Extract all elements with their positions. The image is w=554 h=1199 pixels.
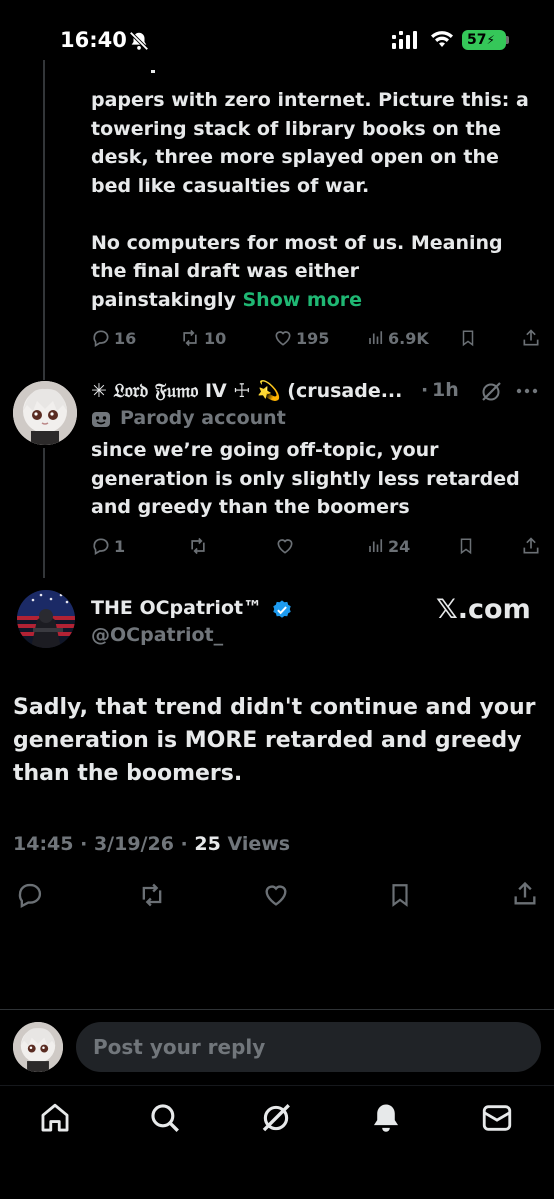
- view-count: 6.9K: [388, 328, 429, 348]
- share-icon[interactable]: [511, 880, 539, 908]
- more-options-icon[interactable]: [516, 388, 538, 394]
- heart-icon: [275, 331, 291, 346]
- prev-post-text: papers with zero internet. Picture this:…: [91, 86, 531, 314]
- text-line: papers with zero internet. Picture this:…: [91, 89, 529, 111]
- post-time[interactable]: 14:45: [13, 833, 73, 855]
- thread-line: [43, 448, 45, 578]
- share-icon[interactable]: [521, 536, 541, 556]
- reply-post-actions: 1 24: [91, 534, 541, 558]
- notifications-icon[interactable]: [369, 1101, 403, 1135]
- wifi-icon: [431, 31, 453, 47]
- status-time: 16:40: [60, 28, 127, 52]
- views-count: 25: [194, 833, 221, 855]
- text-line: and greedy than the boomers: [91, 496, 410, 518]
- views-icon: [369, 331, 383, 344]
- views-icon: [369, 539, 383, 552]
- repost-icon[interactable]: [187, 536, 209, 556]
- text-line: generation is MORE retarded and greedy: [13, 728, 522, 753]
- text-line: the final draft was either: [91, 260, 359, 282]
- battery-indicator: 57⚡: [462, 30, 506, 50]
- reply-time[interactable]: 1h: [432, 379, 459, 401]
- prev-post-actions: 16 10 195 6.9K: [91, 326, 541, 350]
- x-com-watermark: 𝕏.com: [436, 594, 531, 625]
- repost-count: 10: [204, 328, 227, 348]
- reply-count: 16: [114, 328, 137, 348]
- text-line: No computers for most of us. Meaning: [91, 231, 503, 254]
- bookmark-icon[interactable]: [457, 536, 475, 556]
- reply-button[interactable]: 16: [91, 328, 136, 348]
- reply-icon: [93, 538, 109, 555]
- like-button[interactable]: 195: [273, 328, 329, 348]
- like-count: 195: [296, 328, 330, 348]
- main-author-avatar[interactable]: [17, 590, 75, 648]
- nav-divider: [0, 1085, 554, 1086]
- show-more-link[interactable]: Show more: [242, 289, 362, 311]
- heart-icon[interactable]: [275, 536, 295, 556]
- repost-button[interactable]: 10: [179, 328, 226, 348]
- post-metadata: 14:45 · 3/19/26 · 25 Views: [13, 833, 291, 855]
- my-avatar[interactable]: [13, 1022, 63, 1072]
- grok-icon[interactable]: [259, 1101, 293, 1135]
- reply-icon[interactable]: [16, 881, 44, 909]
- text-line: than the boomers.: [13, 761, 243, 786]
- views-button[interactable]: 6.9K: [367, 329, 429, 348]
- main-post-text: Sadly, that trend didn't continue and yo…: [13, 691, 543, 790]
- battery-tip: [506, 36, 509, 44]
- avatar-image: [13, 381, 77, 445]
- view-count: 24: [388, 536, 411, 556]
- text-line: Sadly, that trend didn't continue and yo…: [13, 695, 536, 720]
- messages-icon[interactable]: [480, 1101, 514, 1135]
- reply-time-separator: ·: [421, 379, 429, 401]
- repost-icon: [183, 329, 197, 347]
- reply-button[interactable]: 1: [91, 536, 125, 556]
- parody-account-label: Parody account: [120, 407, 286, 429]
- home-icon[interactable]: [38, 1101, 72, 1135]
- reply-icon: [93, 330, 109, 347]
- bookmark-icon[interactable]: [387, 881, 413, 909]
- composer-divider: [0, 1009, 554, 1010]
- share-icon[interactable]: [521, 328, 541, 348]
- reply-author-name[interactable]: ✳ 𝔏𝔬𝔯𝔡 𝔉𝔲𝔪𝔬 IV ☩ 💫 (crusade...: [91, 379, 402, 402]
- parody-mask-icon: [92, 412, 110, 427]
- views-button[interactable]: 24: [367, 537, 410, 556]
- cellular-signal-icon: [392, 31, 417, 49]
- reply-post-text: since we’re going off-topic, your genera…: [91, 436, 541, 522]
- text-line: towering stack of library books on the: [91, 117, 502, 140]
- text-line: since we’re going off-topic, your: [91, 439, 439, 461]
- repost-icon[interactable]: [137, 881, 167, 909]
- text-line: bed like casualties of war.: [91, 174, 370, 197]
- cut-text-fragment: [91, 64, 155, 73]
- bell-off-icon: [129, 31, 149, 51]
- avatar-image: [13, 1022, 63, 1072]
- post-date[interactable]: 3/19/26: [94, 833, 174, 855]
- grok-icon[interactable]: [479, 380, 503, 404]
- main-author-handle[interactable]: @OCpatriot_: [91, 624, 223, 646]
- heart-icon[interactable]: [261, 881, 291, 909]
- text-line: desk, three more splayed open on the: [91, 146, 499, 168]
- reply-author-avatar[interactable]: [13, 381, 77, 445]
- text-line: painstakingly: [91, 288, 236, 311]
- reply-count: 1: [114, 536, 126, 556]
- views-label: Views: [227, 833, 291, 855]
- bookmark-icon[interactable]: [459, 328, 477, 348]
- avatar-image: [17, 590, 75, 648]
- thread-line: [43, 60, 45, 380]
- main-author-name[interactable]: THE OCpatriot™: [91, 597, 262, 619]
- reply-input[interactable]: Post your reply: [76, 1022, 541, 1072]
- text-line: generation is only slightly less retarde…: [91, 467, 520, 490]
- verified-badge-icon: [273, 600, 291, 618]
- search-icon[interactable]: [148, 1101, 182, 1135]
